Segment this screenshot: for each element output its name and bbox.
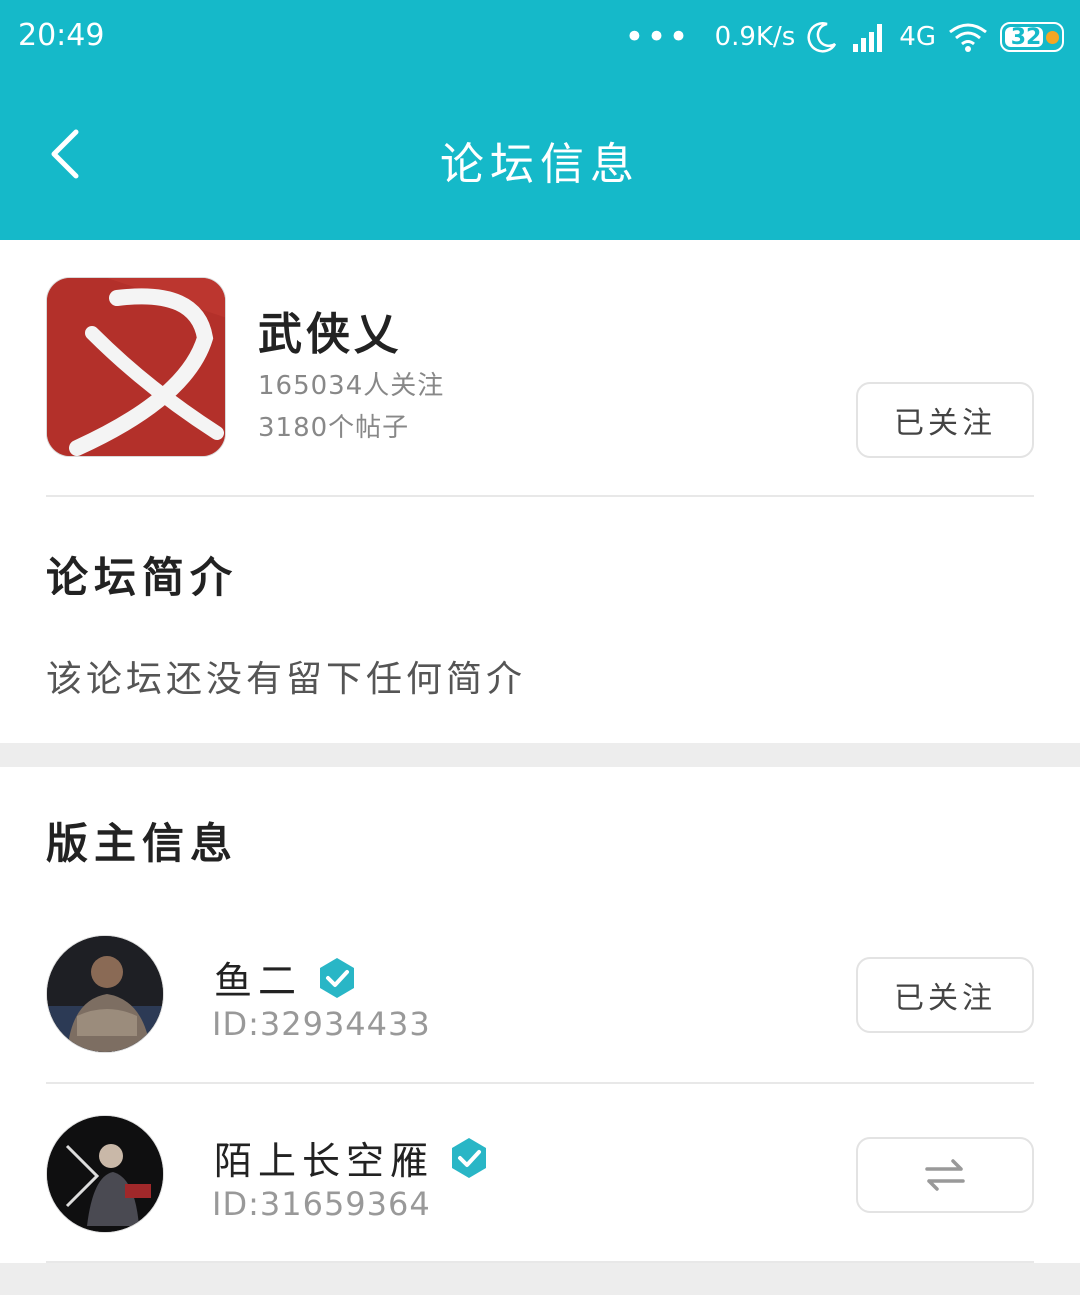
forum-posts: 3180个帖子 — [258, 413, 410, 443]
status-time: 20:49 — [18, 18, 105, 53]
intro-text: 该论坛还没有留下任何简介 — [46, 659, 527, 700]
net-speed: 0.9K/s — [714, 22, 796, 52]
verified-icon — [320, 957, 355, 998]
forum-followers: 165034人关注 — [258, 371, 445, 401]
signal-icon — [853, 24, 883, 52]
header-bar: 20:49 ••• 0.9K/s 4G 32 论坛信息 — [0, 0, 1080, 240]
moderator-name: 陌上长空雁 — [214, 1139, 435, 1183]
mutual-follow-button[interactable] — [856, 1137, 1034, 1213]
status-icons: ••• 0.9K/s 4G 32 — [624, 14, 1064, 60]
forum-logo-mark — [47, 278, 225, 456]
avatar[interactable] — [46, 935, 164, 1053]
nav-bar: 论坛信息 — [0, 100, 1080, 210]
moderator-id: ID:31659364 — [212, 1185, 431, 1223]
forum-follow-button[interactable]: 已关注 — [856, 382, 1034, 458]
moderators-title: 版主信息 — [46, 819, 239, 868]
more-dots-icon: ••• — [624, 17, 691, 57]
page-title: 论坛信息 — [440, 139, 640, 190]
divider — [46, 1261, 1034, 1263]
avatar-image — [47, 936, 163, 1052]
forum-logo — [46, 277, 226, 457]
moderator-id: ID:32934433 — [212, 1005, 431, 1043]
forum-name: 武侠乂 — [258, 309, 402, 360]
network-type: 4G — [899, 22, 936, 52]
moderator-follow-button[interactable]: 已关注 — [856, 957, 1034, 1033]
intro-title: 论坛简介 — [46, 553, 239, 602]
wifi-icon — [949, 23, 987, 52]
avatar[interactable] — [46, 1115, 164, 1233]
moderator-name-row[interactable]: 鱼二 — [214, 950, 358, 1005]
moderator-name-row[interactable]: 陌上长空雁 — [214, 1130, 490, 1185]
verified-icon — [452, 1137, 487, 1178]
moon-icon — [807, 22, 837, 53]
moderator-name: 鱼二 — [214, 959, 303, 1003]
forum-info-card: 武侠乂 165034人关注 3180个帖子 已关注 论坛简介 该论坛还没有留下任… — [0, 240, 1080, 743]
battery-icon: 32 — [1000, 22, 1064, 52]
avatar-image — [47, 1116, 163, 1232]
swap-arrows-icon — [925, 1159, 965, 1191]
divider — [46, 1082, 1034, 1084]
battery-level: 32 — [1010, 24, 1042, 50]
moderators-card: 版主信息 鱼二 ID:32934433 已关注 陌上长空雁 ID:3165936… — [0, 767, 1080, 1263]
status-bar: 20:49 ••• 0.9K/s 4G 32 — [0, 0, 1080, 76]
divider — [46, 495, 1034, 497]
